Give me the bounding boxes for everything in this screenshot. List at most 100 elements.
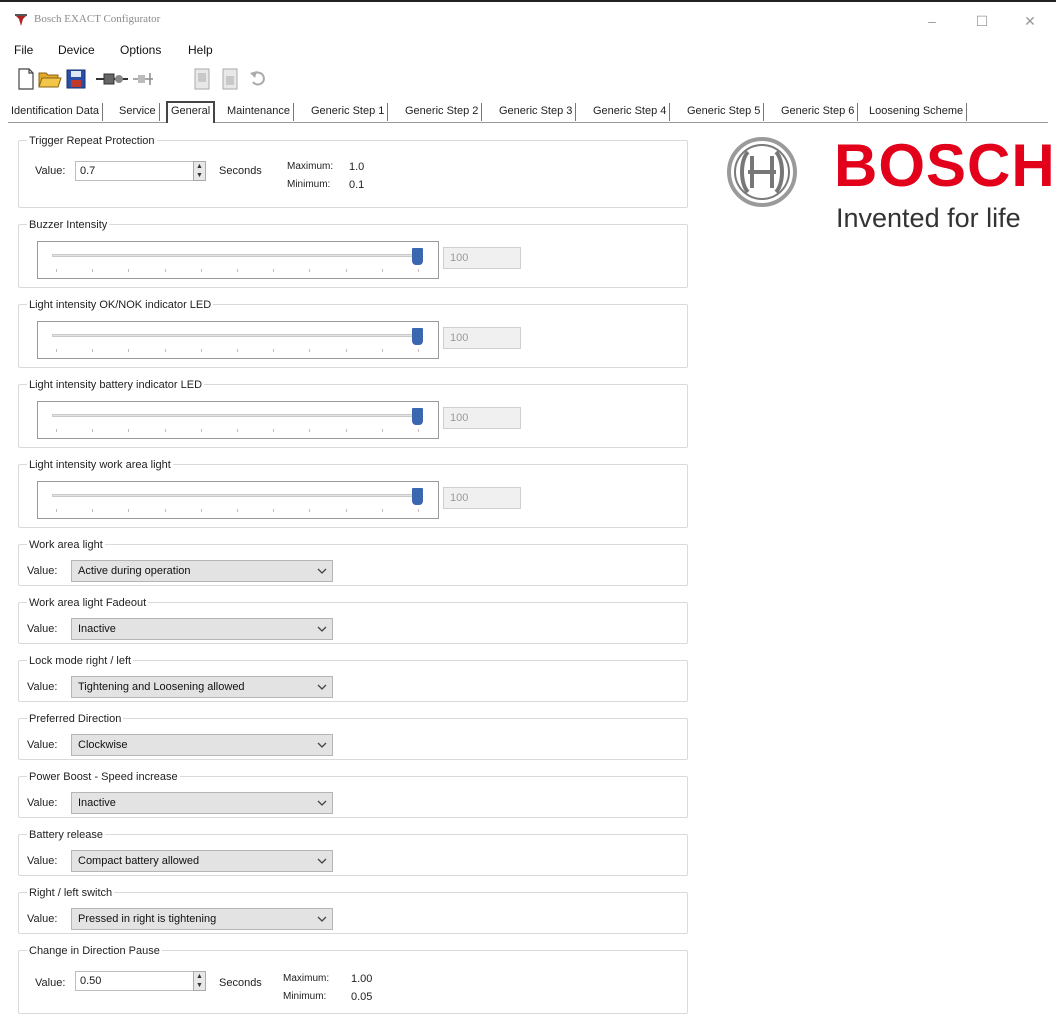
max-label: Maximum: [287, 161, 334, 172]
slider-tick [345, 349, 347, 352]
slider-tick [345, 269, 347, 272]
selected-value: Inactive [78, 623, 116, 635]
chevron-down-icon [317, 742, 327, 748]
slider-track [52, 494, 418, 497]
slider-tick [92, 349, 94, 352]
group-title: Battery release [27, 829, 105, 841]
tab-generic-step-2[interactable]: Generic Step 2 [402, 103, 483, 121]
menu-file[interactable]: File [14, 43, 33, 57]
lock-mode-group: Lock mode right / left Value: Tightening… [18, 655, 688, 702]
direction-pause-group: Change in Direction Pause Value: 0.50 ▲ ▼… [18, 945, 688, 1014]
work-area-light-intensity-slider[interactable] [37, 481, 439, 519]
menu-bar: File Device Options Help [0, 40, 1056, 60]
group-title: Light intensity battery indicator LED [27, 379, 205, 391]
led-ok-nok-slider[interactable] [37, 321, 439, 359]
work-area-light-fadeout-select[interactable]: Inactive [71, 618, 333, 640]
slider-tick [345, 509, 347, 512]
min-value: 0.05 [351, 991, 373, 1003]
toolbar [14, 66, 314, 94]
connect-device-icon[interactable] [94, 66, 130, 92]
trigger-repeat-spinner[interactable]: ▲ ▼ [193, 161, 206, 181]
group-title: Buzzer Intensity [27, 219, 110, 231]
tab-generic-step-6[interactable]: Generic Step 6 [778, 103, 859, 121]
slider-tick [92, 509, 94, 512]
selected-value: Clockwise [78, 739, 128, 751]
minimize-button[interactable]: – [912, 10, 952, 32]
slider-thumb[interactable] [412, 328, 423, 345]
work-area-light-select[interactable]: Active during operation [71, 560, 333, 582]
right-left-switch-group: Right / left switch Value: Pressed in ri… [18, 887, 688, 934]
maximize-button[interactable]: ☐ [962, 10, 1002, 32]
tab-generic-step-3[interactable]: Generic Step 3 [496, 103, 577, 121]
disconnect-device-icon[interactable] [130, 66, 156, 92]
slider-tick [56, 429, 57, 432]
slider-tick [164, 509, 166, 512]
tab-maintenance[interactable]: Maintenance [224, 103, 294, 121]
tab-generic-step-1[interactable]: Generic Step 1 [308, 103, 389, 121]
app-icon [15, 14, 27, 26]
buzzer-intensity-group: Buzzer Intensity 100 [18, 219, 688, 288]
slider-thumb[interactable] [412, 408, 423, 425]
battery-led-group: Light intensity battery indicator LED 10… [18, 379, 688, 448]
group-title: Light intensity work area light [27, 459, 173, 471]
work-area-light-fadeout-group: Work area light Fadeout Value: Inactive [18, 597, 688, 644]
group-title: Preferred Direction [27, 713, 124, 725]
group-title: Work area light Fadeout [27, 597, 149, 609]
tab-general[interactable]: General [166, 101, 216, 123]
chevron-down-icon [317, 800, 327, 806]
slider-thumb[interactable] [412, 248, 423, 265]
new-file-icon[interactable] [14, 66, 38, 92]
menu-help[interactable]: Help [188, 43, 213, 57]
tab-loosening-scheme[interactable]: Loosening Scheme [866, 103, 968, 121]
min-label: Minimum: [287, 179, 331, 190]
slider-track [52, 254, 418, 257]
menu-options[interactable]: Options [120, 43, 161, 57]
close-button[interactable]: ✕ [1010, 10, 1050, 32]
selected-value: Active during operation [78, 565, 191, 577]
selected-value: Pressed in right is tightening [78, 913, 217, 925]
read-device-icon[interactable] [190, 66, 214, 92]
slider-thumb[interactable] [412, 488, 423, 505]
led-ok-nok-value: 100 [443, 327, 521, 349]
slider-tick [381, 269, 383, 272]
undo-icon[interactable] [246, 66, 270, 92]
unit-label: Seconds [219, 977, 262, 989]
buzzer-intensity-value: 100 [443, 247, 521, 269]
slider-tick [418, 349, 419, 352]
tab-service[interactable]: Service [116, 103, 160, 121]
chevron-down-icon [317, 568, 327, 574]
slider-tick [273, 429, 275, 432]
trigger-repeat-input[interactable]: 0.7 [75, 161, 195, 181]
menu-device[interactable]: Device [58, 43, 95, 57]
slider-tick [273, 269, 275, 272]
battery-led-slider[interactable] [37, 401, 439, 439]
title-bar: Bosch EXACT Configurator – ☐ ✕ [0, 4, 1056, 36]
tab-generic-step-4[interactable]: Generic Step 4 [590, 103, 671, 121]
battery-release-select[interactable]: Compact battery allowed [71, 850, 333, 872]
lock-mode-select[interactable]: Tightening and Loosening allowed [71, 676, 333, 698]
preferred-direction-select[interactable]: Clockwise [71, 734, 333, 756]
open-folder-icon[interactable] [38, 66, 62, 92]
slider-tick [200, 509, 202, 512]
max-value: 1.00 [351, 973, 373, 985]
direction-pause-spinner[interactable]: ▲ ▼ [193, 971, 206, 991]
group-title: Power Boost - Speed increase [27, 771, 180, 783]
right-left-switch-select[interactable]: Pressed in right is tightening [71, 908, 333, 930]
tab-identification-data[interactable]: Identification Data [8, 103, 104, 121]
save-icon[interactable] [64, 66, 88, 92]
slider-tick [418, 509, 419, 512]
write-device-icon[interactable] [218, 66, 242, 92]
slider-tick [200, 269, 202, 272]
min-value: 0.1 [349, 179, 365, 191]
trigger-repeat-group: Trigger Repeat Protection Value: 0.7 ▲ ▼ … [18, 135, 688, 208]
min-label: Minimum: [283, 991, 327, 1002]
slider-tick [273, 509, 275, 512]
tab-generic-step-5[interactable]: Generic Step 5 [684, 103, 765, 121]
slider-tick [164, 349, 166, 352]
work-area-light-intensity-value: 100 [443, 487, 521, 509]
direction-pause-input[interactable]: 0.50 [75, 971, 195, 991]
slider-tick [164, 429, 166, 432]
power-boost-select[interactable]: Inactive [71, 792, 333, 814]
power-boost-group: Power Boost - Speed increase Value: Inac… [18, 771, 688, 818]
buzzer-intensity-slider[interactable] [37, 241, 439, 279]
